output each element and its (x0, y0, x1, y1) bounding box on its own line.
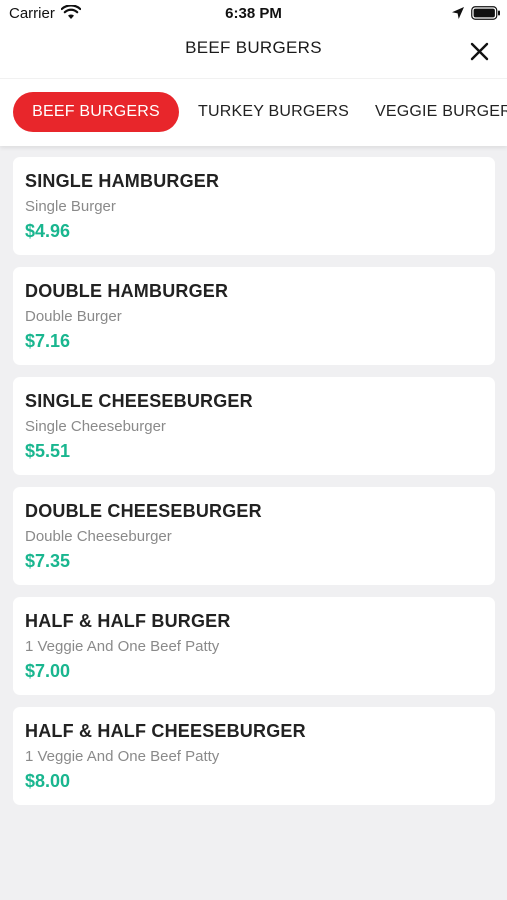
tab-veggie-burgers[interactable]: VEGGIE BURGERS (375, 92, 507, 132)
tab-turkey-burgers[interactable]: TURKEY BURGERS (198, 92, 349, 132)
item-name: HALF & HALF CHEESEBURGER (25, 721, 306, 741)
page-title: BEEF BURGERS (185, 38, 322, 57)
item-name: SINGLE CHEESEBURGER (25, 391, 253, 411)
battery-icon (471, 6, 500, 20)
item-name: HALF & HALF BURGER (25, 611, 231, 631)
header: Carrier 6:38 PM BEEF BURGERS BEEF BURGER… (0, 0, 507, 146)
menu-item-card[interactable]: DOUBLE HAMBURGER Double Burger $7.16 (13, 267, 495, 365)
clock: 6:38 PM (225, 5, 282, 22)
item-price: $7.00 (25, 661, 71, 681)
item-description: 1 Veggie And One Beef Patty (25, 748, 220, 765)
close-icon[interactable] (466, 38, 494, 66)
item-description: 1 Veggie And One Beef Patty (25, 638, 220, 655)
item-price: $7.16 (25, 331, 71, 351)
menu-item-card[interactable]: SINGLE CHEESEBURGER Single Cheeseburger … (13, 377, 495, 475)
location-arrow-icon (452, 7, 464, 19)
item-price: $5.51 (25, 441, 71, 461)
tab-beef-burgers[interactable]: BEEF BURGERS (13, 92, 179, 132)
menu-item-card[interactable]: HALF & HALF BURGER 1 Veggie And One Beef… (13, 597, 495, 695)
item-description: Double Burger (25, 308, 122, 325)
menu-list: SINGLE HAMBURGER Single Burger $4.96 DOU… (13, 157, 495, 817)
status-bar: Carrier 6:38 PM (0, 0, 507, 28)
item-name: SINGLE HAMBURGER (25, 171, 220, 191)
item-price: $4.96 (25, 221, 71, 241)
item-price: $7.35 (25, 551, 71, 571)
menu-item-card[interactable]: DOUBLE CHEESEBURGER Double Cheeseburger … (13, 487, 495, 585)
item-description: Double Cheeseburger (25, 528, 172, 545)
item-description: Single Burger (25, 198, 116, 215)
nav-divider (0, 78, 507, 79)
item-price: $8.00 (25, 771, 71, 791)
item-description: Single Cheeseburger (25, 418, 166, 435)
item-name: DOUBLE CHEESEBURGER (25, 501, 262, 521)
category-tabs: BEEF BURGERS TURKEY BURGERS VEGGIE BURGE… (0, 88, 507, 136)
menu-item-card[interactable]: HALF & HALF CHEESEBURGER 1 Veggie And On… (13, 707, 495, 805)
menu-item-card[interactable]: SINGLE HAMBURGER Single Burger $4.96 (13, 157, 495, 255)
item-name: DOUBLE HAMBURGER (25, 281, 229, 301)
